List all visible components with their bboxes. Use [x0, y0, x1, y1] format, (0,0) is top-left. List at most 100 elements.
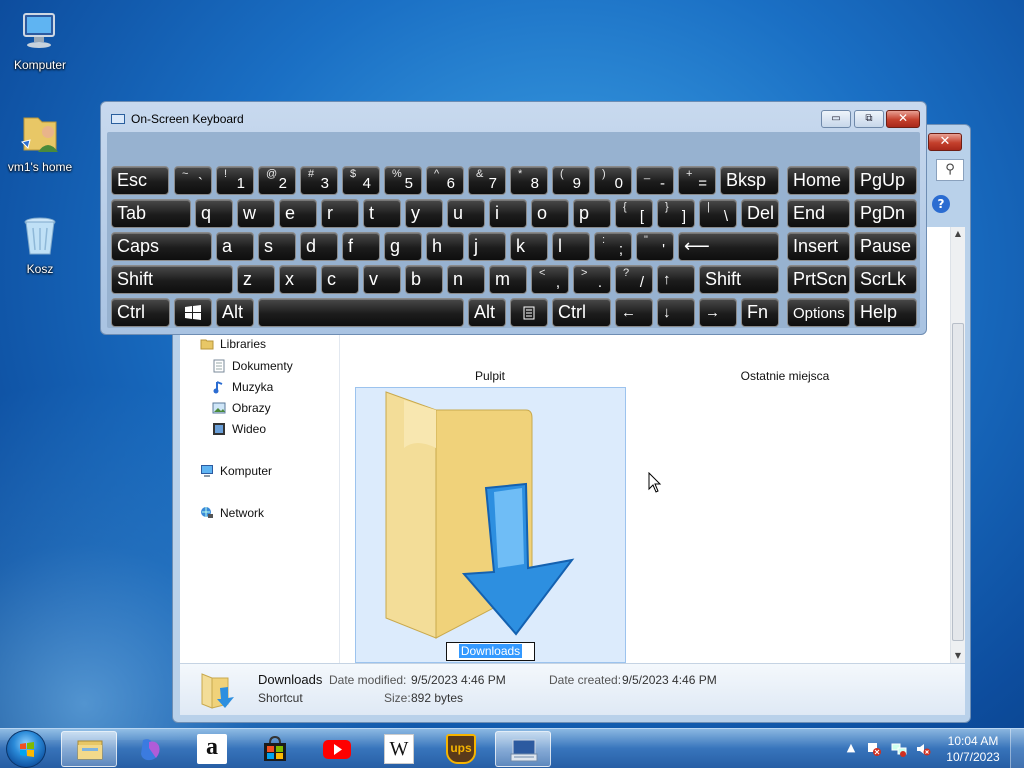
key-6[interactable]: ^ 6 — [426, 166, 464, 195]
key-u[interactable]: u — [447, 199, 485, 228]
key-l[interactable]: l — [552, 232, 590, 261]
key-b[interactable]: b — [405, 265, 443, 294]
key-end[interactable]: End — [787, 199, 850, 228]
key-period[interactable]: >. — [573, 265, 611, 294]
key-alt-right[interactable]: Alt — [468, 298, 506, 327]
key-8[interactable]: * 8 — [510, 166, 548, 195]
key-comma[interactable]: <, — [531, 265, 569, 294]
key-quote[interactable]: " ' — [636, 232, 674, 261]
key-pause[interactable]: Pause — [854, 232, 917, 261]
taskbar-on-screen-keyboard[interactable] — [495, 731, 551, 767]
taskbar-explorer[interactable] — [61, 731, 117, 767]
key-enter[interactable]: ⟵ — [678, 232, 779, 261]
key-slash[interactable]: ? / — [615, 265, 653, 294]
key-esc[interactable]: Esc — [111, 166, 169, 195]
key-fn[interactable]: Fn — [741, 298, 779, 327]
key-r[interactable]: r — [321, 199, 359, 228]
key-left-bracket[interactable]: {[ — [615, 199, 653, 228]
key-v[interactable]: v — [363, 265, 401, 294]
taskbar-copilot[interactable] — [122, 731, 178, 767]
osk-restore-button[interactable]: ⧉ — [854, 110, 884, 128]
key-pgdn[interactable]: PgDn — [854, 199, 917, 228]
key-backspace[interactable]: Bksp — [720, 166, 779, 195]
key-backslash[interactable]: | \ — [699, 199, 737, 228]
vertical-scrollbar[interactable]: ▲ ▼ — [950, 227, 965, 663]
scrollbar-thumb[interactable] — [952, 323, 964, 641]
key-right-bracket[interactable]: }] — [657, 199, 695, 228]
key-caps[interactable]: Caps — [111, 232, 212, 261]
key-arrow-left[interactable]: ← — [615, 298, 653, 327]
osk-minimize-button[interactable]: ▭ — [821, 110, 851, 128]
osk-close-button[interactable]: ✕ — [886, 110, 920, 128]
taskbar-store[interactable] — [247, 731, 303, 767]
key-x[interactable]: x — [279, 265, 317, 294]
taskbar-wikipedia[interactable]: W — [371, 731, 427, 767]
action-center-icon[interactable] — [866, 741, 882, 757]
key-semicolon[interactable]: :; — [594, 232, 632, 261]
downloads-item[interactable]: Downloads — [355, 387, 626, 663]
key-q[interactable]: q — [195, 199, 233, 228]
key-w[interactable]: w — [237, 199, 275, 228]
key-m[interactable]: m — [489, 265, 527, 294]
key-c[interactable]: c — [321, 265, 359, 294]
key-z[interactable]: z — [237, 265, 275, 294]
taskbar-amazon[interactable]: a — [184, 731, 240, 767]
key-y[interactable]: y — [405, 199, 443, 228]
key-alt-left[interactable]: Alt — [216, 298, 254, 327]
scroll-up-icon[interactable]: ▲ — [951, 227, 965, 241]
key-j[interactable]: j — [468, 232, 506, 261]
explorer-close-button[interactable]: ✕ — [928, 133, 962, 151]
key-i[interactable]: i — [489, 199, 527, 228]
nav-item-wideo[interactable]: Wideo — [212, 422, 266, 436]
key-e[interactable]: e — [279, 199, 317, 228]
key-o[interactable]: o — [531, 199, 569, 228]
key-arrow-up[interactable]: ↑ — [657, 265, 695, 294]
desktop-icon-recycle-bin[interactable]: Kosz — [0, 214, 80, 276]
show-hidden-icons-button[interactable]: ▲ — [843, 741, 859, 757]
system-clock[interactable]: 10:04 AM 10/7/2023 — [942, 733, 1004, 765]
key-pgup[interactable]: PgUp — [854, 166, 917, 195]
key-delete[interactable]: Del — [741, 199, 779, 228]
key-minus[interactable]: _ - — [636, 166, 674, 195]
key-5[interactable]: % 5 — [384, 166, 422, 195]
search-icon[interactable]: ⚲ — [936, 159, 964, 181]
key-7[interactable]: & 7 — [468, 166, 506, 195]
start-button[interactable] — [6, 730, 46, 768]
key-arrow-down[interactable]: ↓ — [657, 298, 695, 327]
item-label-pulpit[interactable]: Pulpit — [380, 369, 600, 383]
taskbar-youtube[interactable] — [309, 731, 365, 767]
taskbar-ups[interactable]: ups — [433, 731, 489, 767]
key-menu[interactable] — [510, 298, 548, 327]
key-ctrl-right[interactable]: Ctrl — [552, 298, 611, 327]
key-4[interactable]: $4 — [342, 166, 380, 195]
show-desktop-button[interactable] — [1010, 729, 1024, 768]
key-k[interactable]: k — [510, 232, 548, 261]
key-arrow-right[interactable]: → — [699, 298, 737, 327]
scroll-down-icon[interactable]: ▼ — [951, 649, 965, 663]
key-f[interactable]: f — [342, 232, 380, 261]
rename-input[interactable]: Downloads — [446, 642, 535, 661]
network-status-icon[interactable] — [891, 741, 907, 757]
key-9[interactable]: (9 — [552, 166, 590, 195]
key-t[interactable]: t — [363, 199, 401, 228]
nav-item-obrazy[interactable]: Obrazy — [212, 401, 271, 415]
key-1[interactable]: ! 1 — [216, 166, 254, 195]
key-options[interactable]: Options — [787, 298, 850, 327]
key-windows[interactable] — [174, 298, 212, 327]
key-tab[interactable]: Tab — [111, 199, 191, 228]
key-h[interactable]: h — [426, 232, 464, 261]
key-help[interactable]: Help — [854, 298, 917, 327]
key-space[interactable] — [258, 298, 464, 327]
nav-item-muzyka[interactable]: Muzyka — [212, 380, 273, 394]
key-s[interactable]: s — [258, 232, 296, 261]
volume-muted-icon[interactable] — [915, 741, 931, 757]
key-2[interactable]: @2 — [258, 166, 296, 195]
nav-item-network[interactable]: Network — [200, 506, 264, 520]
key-3[interactable]: #3 — [300, 166, 338, 195]
key-shift-left[interactable]: Shift — [111, 265, 233, 294]
key-scrlk[interactable]: ScrLk — [854, 265, 917, 294]
help-icon[interactable]: ? — [932, 195, 950, 213]
key-a[interactable]: a — [216, 232, 254, 261]
key-n[interactable]: n — [447, 265, 485, 294]
key-equals[interactable]: + = — [678, 166, 716, 195]
